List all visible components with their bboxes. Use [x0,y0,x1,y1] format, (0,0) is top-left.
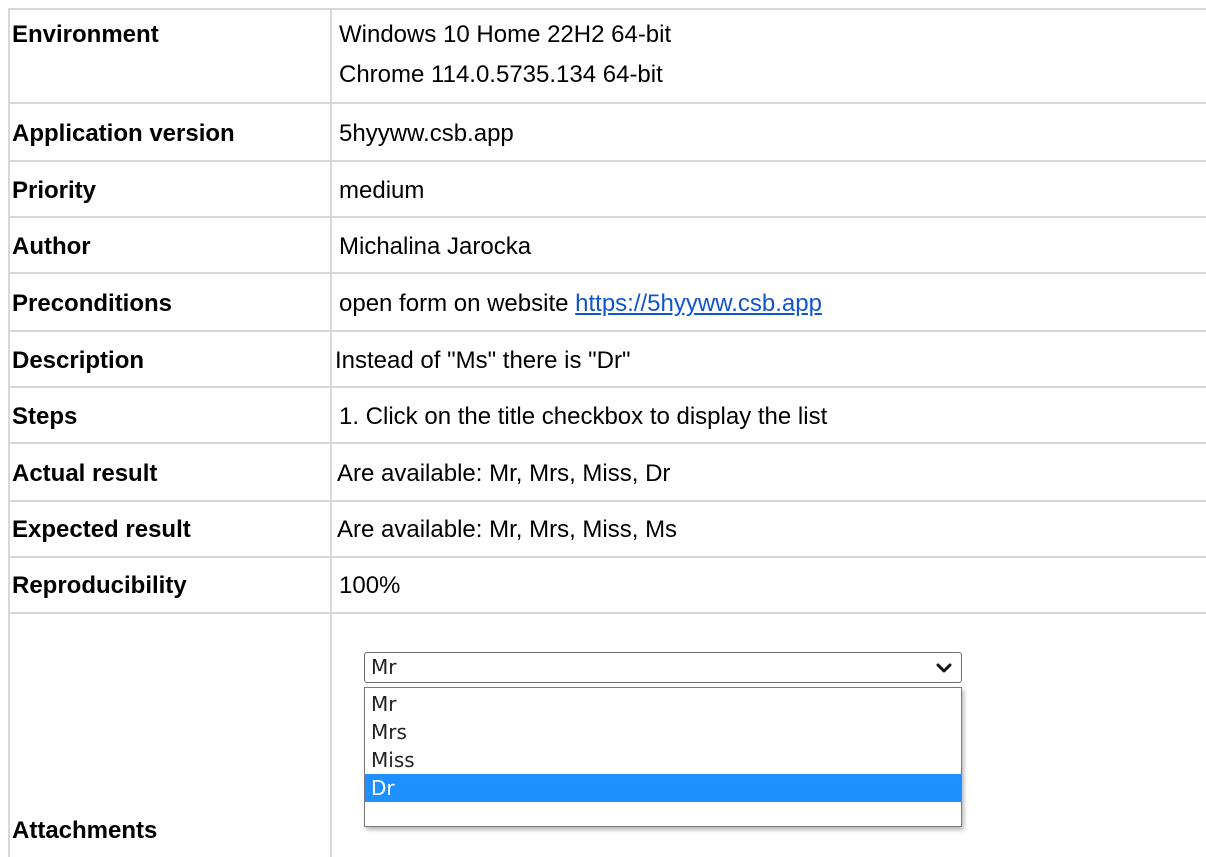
row-value-reproducibility: 100% [339,572,401,599]
row-label-actual-result: Actual result [12,460,158,487]
row-label-steps: Steps [12,403,78,430]
preconditions-text: open form on website [339,290,576,317]
row-value-description: Instead of "Ms" there is "Dr" [335,347,631,374]
row-divider [8,102,1206,104]
title-select-value: Mr [371,655,397,679]
row-divider [8,556,1206,558]
table-border-left [8,8,10,857]
dropdown-option-mr[interactable]: Mr [365,690,961,718]
row-divider [8,272,1206,274]
row-divider [8,160,1206,162]
column-divider [330,8,332,857]
row-divider [8,612,1206,614]
row-value-environment-browser: Chrome 114.0.5735.134 64-bit [339,61,663,88]
row-label-reproducibility: Reproducibility [12,572,187,599]
row-value-actual-result: Are available: Mr, Mrs, Miss, Dr [337,460,671,487]
row-label-priority: Priority [12,177,97,204]
row-divider [8,386,1206,388]
table-border-top [8,8,1206,10]
row-value-application-version: 5hyyww.csb.app [339,120,514,147]
row-value-author: Michalina Jarocka [339,233,532,260]
dropdown-option-mrs[interactable]: Mrs [365,718,961,746]
row-label-application-version: Application version [12,120,235,147]
row-label-preconditions: Preconditions [12,290,173,317]
row-divider [8,330,1206,332]
dropdown-option-miss[interactable]: Miss [365,746,961,774]
row-value-preconditions: open form on website https://5hyyww.csb.… [339,289,822,319]
chevron-down-icon [936,663,952,673]
row-value-expected-result: Are available: Mr, Mrs, Miss, Ms [337,516,678,543]
row-label-environment: Environment [12,21,159,48]
row-value-steps: 1. Click on the title checkbox to displa… [339,403,828,430]
row-divider [8,216,1206,218]
title-dropdown-list: Mr Mrs Miss Dr [364,687,962,827]
title-select[interactable]: Mr [364,652,962,683]
row-label-description: Description [12,347,145,374]
dropdown-option-dr[interactable]: Dr [365,774,961,802]
row-label-attachments: Attachments [12,817,158,844]
row-divider [8,500,1206,502]
row-divider [8,442,1206,444]
row-value-priority: medium [339,177,425,204]
website-link[interactable]: https://5hyyww.csb.app [575,290,822,317]
row-value-environment-os: Windows 10 Home 22H2 64-bit [339,21,672,48]
row-label-expected-result: Expected result [12,516,191,543]
row-label-author: Author [12,233,91,260]
